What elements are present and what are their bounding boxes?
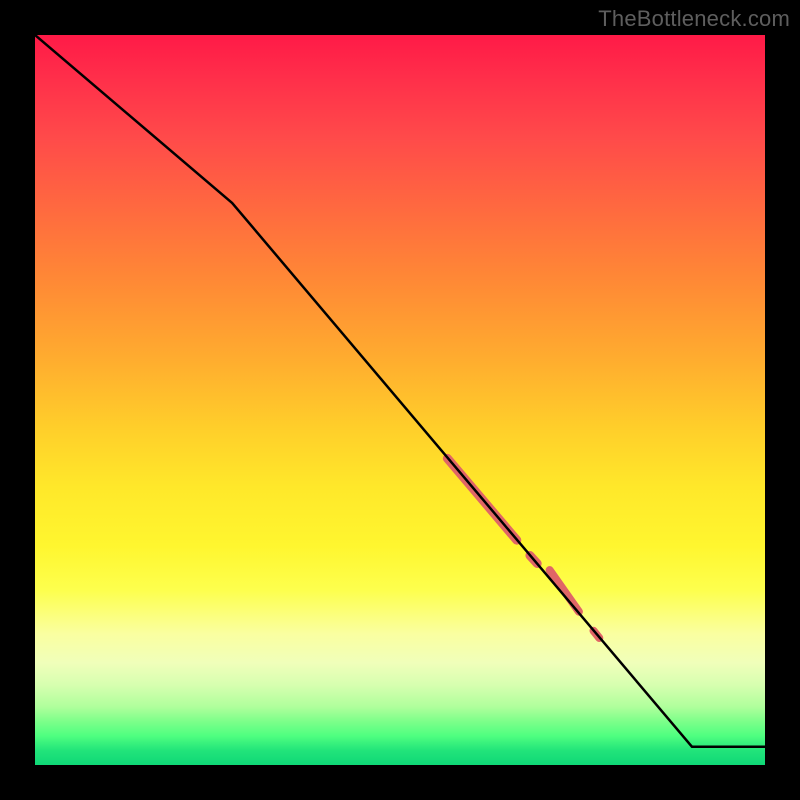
main-curve <box>35 35 765 747</box>
highlight-segment <box>550 570 579 612</box>
chart-svg <box>35 35 765 765</box>
plot-area <box>35 35 765 765</box>
chart-stage: TheBottleneck.com <box>0 0 800 800</box>
watermark-text: TheBottleneck.com <box>598 6 790 32</box>
